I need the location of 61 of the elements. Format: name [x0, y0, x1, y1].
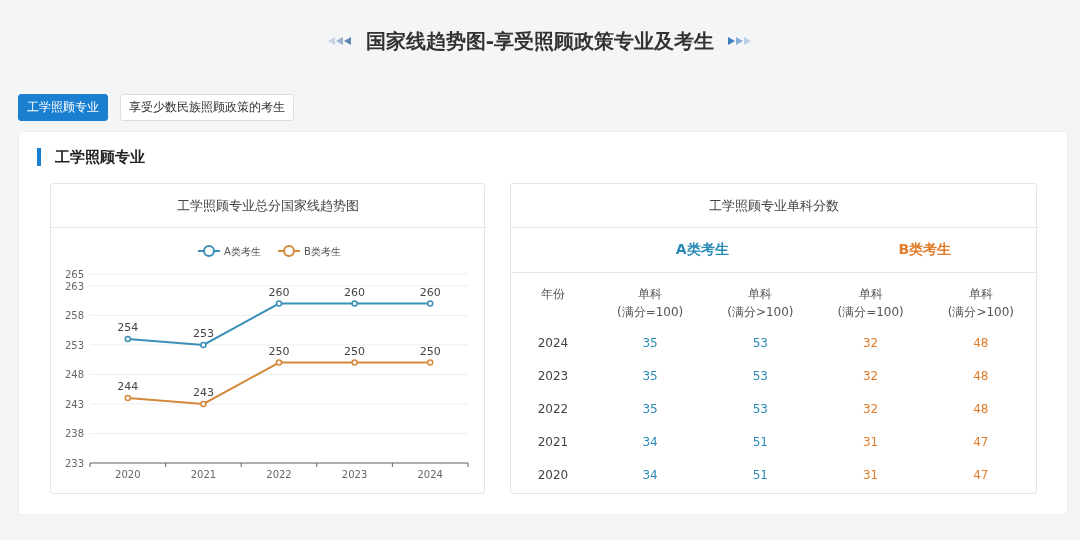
data-label: 260: [268, 285, 290, 299]
data-label: 244: [117, 380, 139, 394]
section-heading: 工学照顾专业: [37, 148, 1067, 166]
table-cell-text: 51: [751, 434, 769, 451]
table-cell-text: 35: [641, 368, 659, 385]
data-label: 254: [117, 320, 139, 334]
axis-tick-label: 253: [64, 339, 84, 351]
table-cell-text: 32: [862, 335, 880, 352]
table-cell-text: 2020: [536, 467, 570, 484]
table-cell-text: 34: [641, 434, 659, 451]
group-heading: B类考生: [897, 240, 953, 259]
table-cell-text: 2023: [536, 368, 570, 385]
table-cell-text: 32: [862, 401, 880, 418]
axis-tick-label: 2022: [266, 469, 292, 480]
column-header: 年份: [540, 286, 566, 303]
data-label: 260: [419, 285, 441, 299]
column-header: 单科 (满分=100): [615, 286, 685, 321]
table-cell-text: 51: [751, 467, 769, 484]
table-cell-text: 35: [641, 335, 659, 352]
data-label: 250: [344, 344, 366, 358]
column-header: 单科 (满分=100): [836, 286, 905, 321]
column-header: 单科 (满分>100): [726, 286, 795, 321]
table-cell-text: 31: [862, 434, 880, 451]
table-cell-text: 48: [972, 368, 990, 385]
data-label: 250: [268, 344, 290, 358]
table-cell-text: 48: [972, 335, 990, 352]
card-title: 工学照顾专业总分国家线趋势图: [51, 184, 484, 228]
table-cell-text: 53: [751, 368, 769, 385]
axis-tick-label: 2023: [341, 469, 368, 480]
table-cell-text: 48: [972, 401, 990, 418]
page-title: 国家线趋势图-享受照顾政策专业及考生: [365, 27, 715, 55]
table-cell-text: 53: [751, 401, 769, 418]
axis-tick-label: 243: [64, 398, 84, 410]
legend-label: B类考生: [304, 246, 341, 257]
data-label: 253: [192, 326, 214, 340]
table-cell-text: 31: [862, 467, 880, 484]
axis-tick-label: 2021: [190, 469, 217, 480]
legend-label: A类考生: [224, 246, 261, 257]
axis-tick-label: 248: [64, 369, 84, 381]
table-cell-text: 2021: [536, 434, 570, 451]
card-title: 工学照顾专业单科分数: [511, 184, 1036, 228]
axis-tick-label: 233: [64, 458, 84, 469]
table-cell-text: 32: [862, 368, 880, 385]
table-cell-text: 2024: [536, 335, 570, 352]
axis-tick-label: 2020: [115, 469, 141, 480]
column-header: 单科 (满分>100): [946, 286, 1016, 321]
table-cell-text: 2022: [536, 401, 570, 418]
table-cell-text: 47: [972, 467, 990, 484]
axis-tick-label: 2024: [417, 469, 443, 480]
axis-tick-label: 263: [64, 280, 84, 292]
table-cell-text: 34: [641, 467, 659, 484]
data-label: 260: [344, 285, 366, 299]
table-cell-text: 53: [751, 335, 769, 352]
axis-tick-label: 265: [64, 269, 84, 280]
axis-tick-label: 238: [64, 428, 84, 440]
table-cell-text: 47: [972, 434, 990, 451]
data-label: 250: [419, 344, 441, 358]
axis-tick-label: 258: [64, 310, 84, 322]
data-label: 243: [192, 385, 214, 399]
table-cell-text: 35: [641, 401, 659, 418]
group-heading: A类考生: [674, 240, 730, 259]
